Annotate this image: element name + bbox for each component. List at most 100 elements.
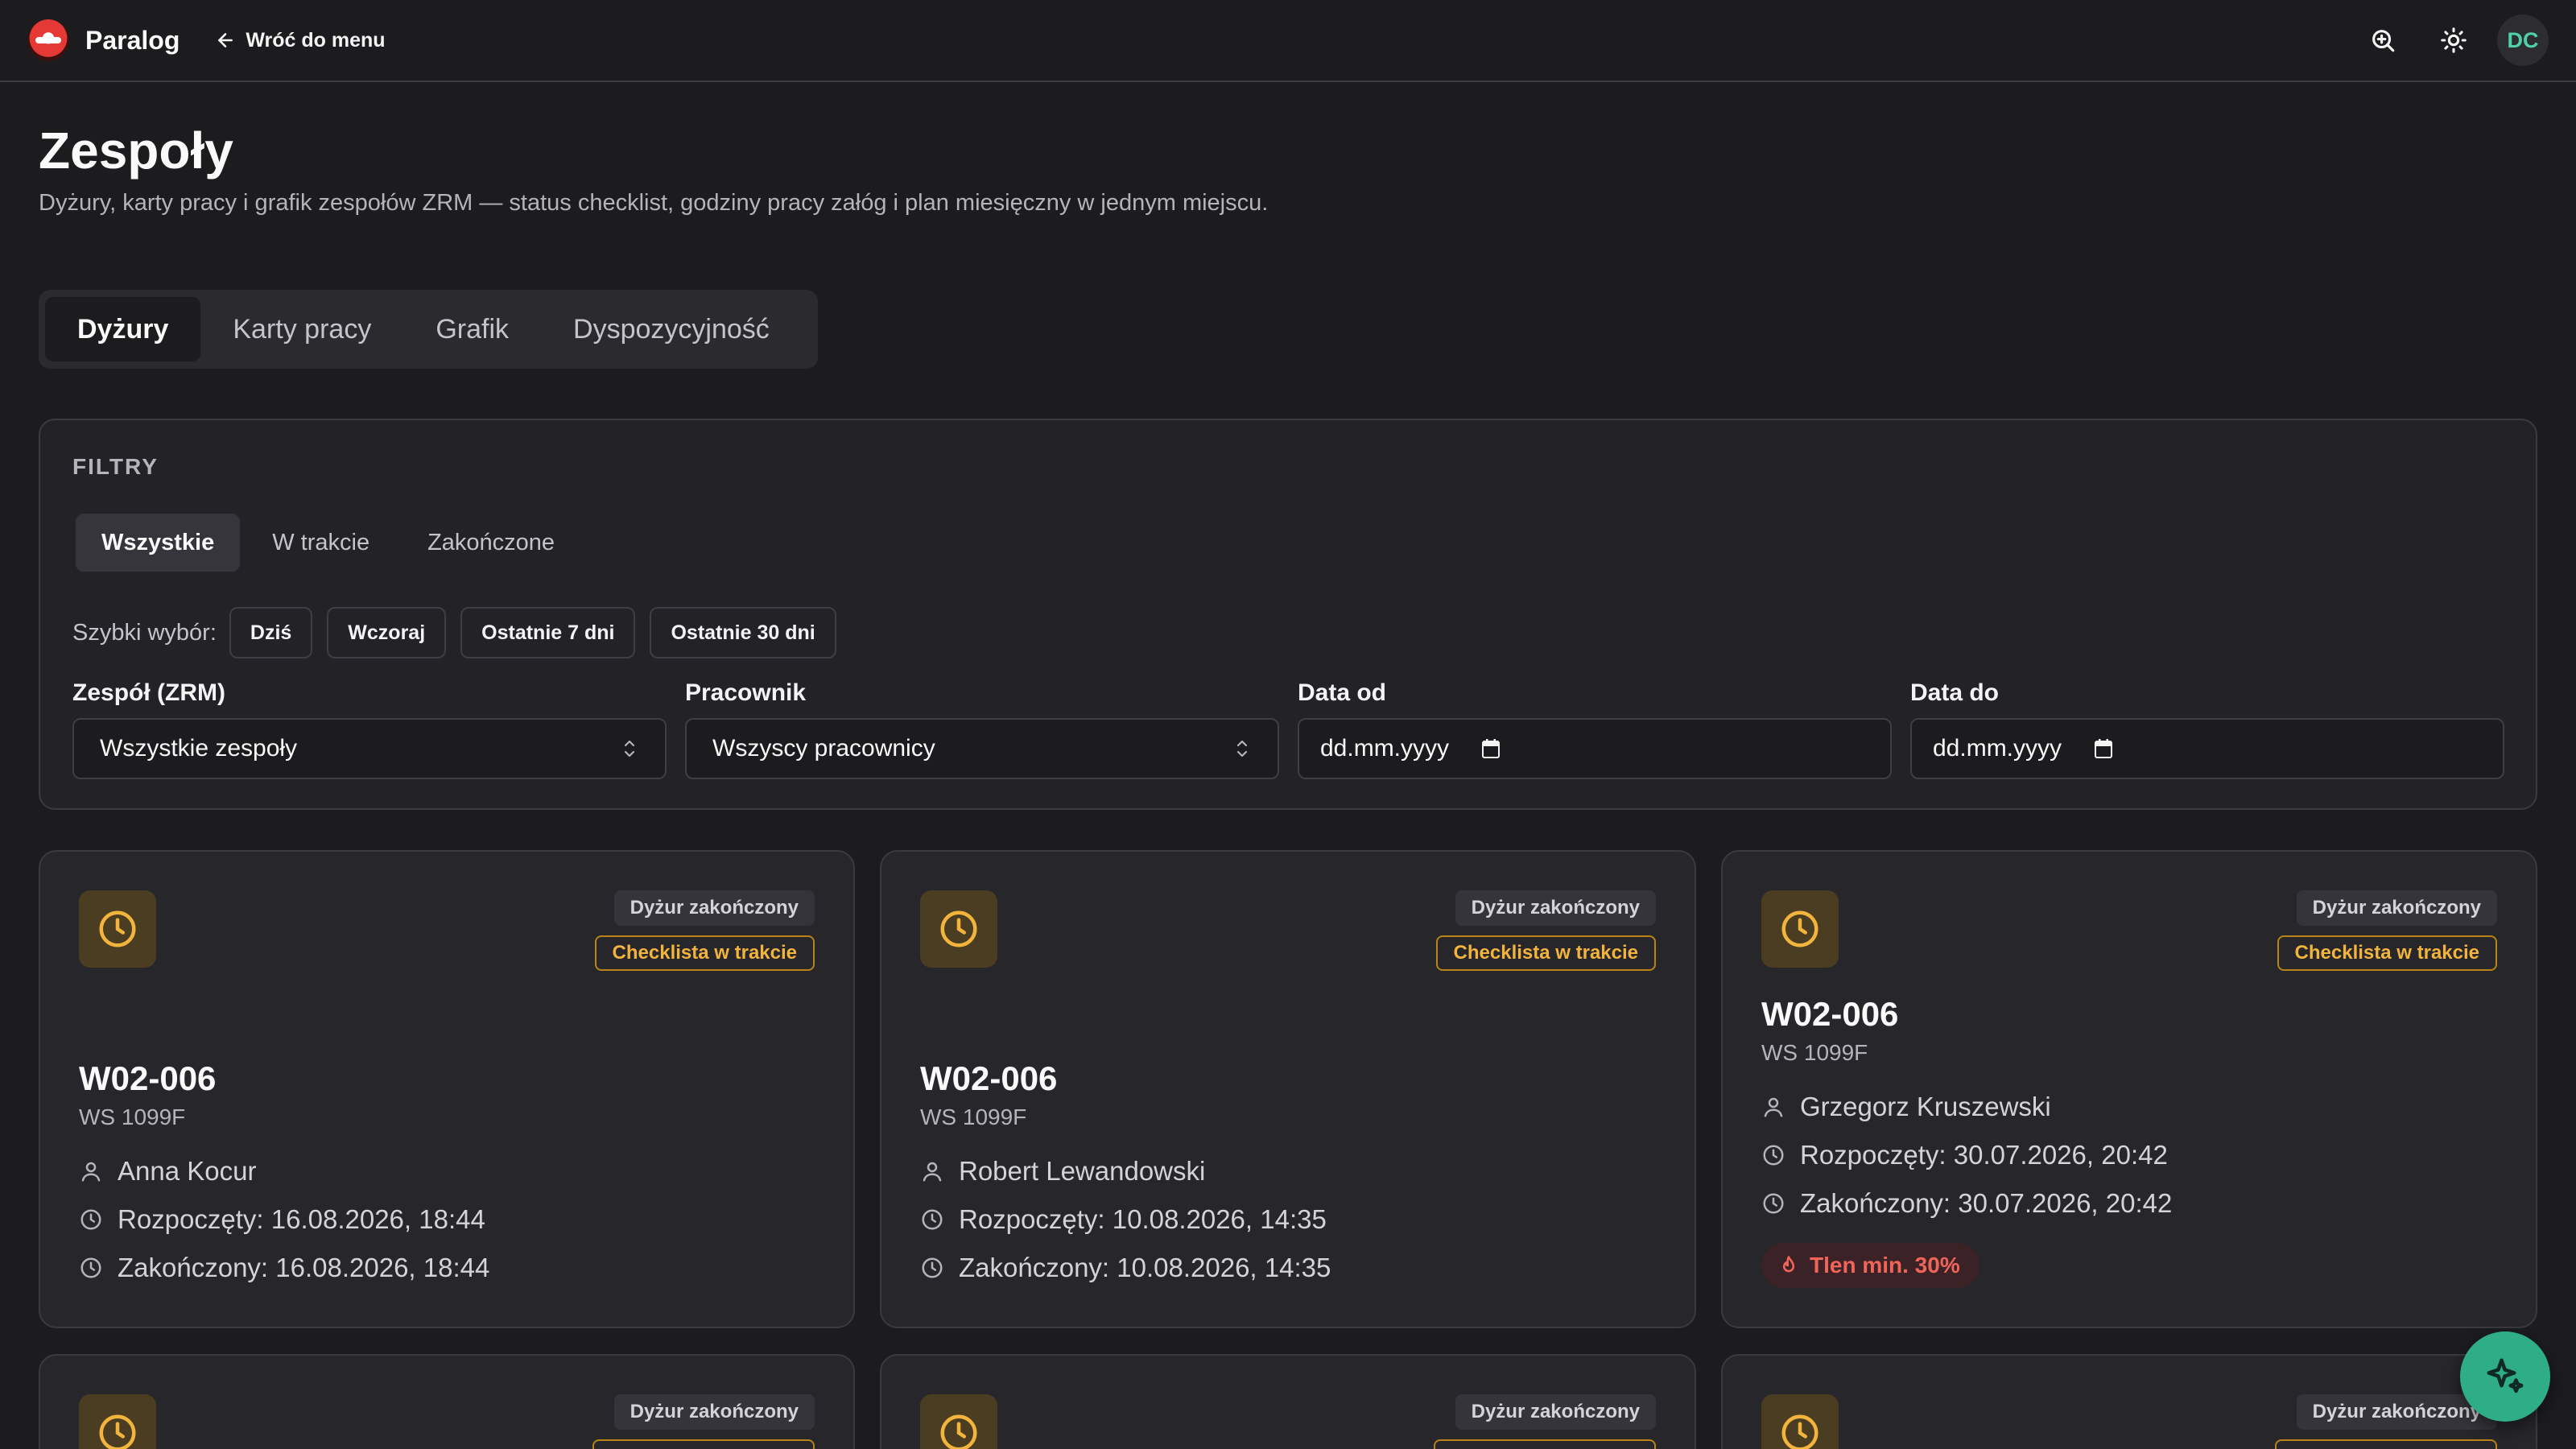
user-icon xyxy=(1764,1097,1783,1117)
employee-label: Pracownik xyxy=(685,679,807,706)
team-code: W02-006 xyxy=(1761,995,1899,1033)
employee-select[interactable]: Wszyscy pracownicy xyxy=(685,718,1279,779)
checklist-status-badge xyxy=(592,1439,815,1449)
started-row: Rozpoczęty: 16.08.2026, 18:44 xyxy=(79,1204,485,1235)
back-to-menu-link[interactable]: Wróć do menu xyxy=(215,28,386,52)
date-to-field: Data do dd.mm.yyyy xyxy=(1910,679,2504,779)
top-bar: Paralog Wróć do menu DC xyxy=(0,0,2576,82)
shift-card[interactable]: Dyżur zakończony xyxy=(39,1354,855,1449)
quick-select: Szybki wybór: Dziś Wczoraj Ostatnie 7 dn… xyxy=(72,607,851,658)
tab-dyspozycyjnosc[interactable]: Dyspozycyjność xyxy=(541,297,802,361)
started-time: Rozpoczęty: 10.08.2026, 14:35 xyxy=(959,1204,1327,1234)
employee-name: Robert Lewandowski xyxy=(959,1156,1206,1186)
date-from-field: Data od dd.mm.yyyy xyxy=(1298,679,1892,779)
sparkles-icon xyxy=(2487,1358,2524,1393)
shift-card-icon xyxy=(1761,890,1839,968)
ended-time: Zakończony: 10.08.2026, 14:35 xyxy=(959,1253,1331,1282)
quick-last-30-days-button[interactable]: Ostatnie 30 dni xyxy=(650,607,836,658)
user-icon xyxy=(923,1162,942,1182)
started-time: Rozpoczęty: 16.08.2026, 18:44 xyxy=(118,1204,485,1234)
chevron-up-down-icon xyxy=(1236,740,1248,758)
shift-card[interactable]: Dyżur zakończony Checklista w trakcie W0… xyxy=(1721,850,2537,1328)
employee-select-value: Wszyscy pracownicy xyxy=(712,735,935,762)
team-select-value: Wszystkie zespoły xyxy=(100,735,298,762)
status-in-progress-button[interactable]: W trakcie xyxy=(246,514,395,572)
topbar-actions: DC xyxy=(2336,14,2549,66)
clock-icon xyxy=(1781,910,1818,947)
clock-icon xyxy=(922,1209,943,1230)
quick-yesterday-button[interactable]: Wczoraj xyxy=(327,607,447,658)
zoom-in-icon xyxy=(2372,30,2395,52)
shift-card-icon xyxy=(1761,1394,1839,1449)
started-row: Rozpoczęty: 10.08.2026, 14:35 xyxy=(920,1204,1327,1235)
section-tabs: Dyżury Karty pracy Grafik Dyspozycyjność xyxy=(39,290,818,369)
oxygen-alert-badge: Tlen min. 30% xyxy=(1761,1243,1979,1288)
shift-status-badge: Dyżur zakończony xyxy=(613,1394,815,1430)
app-logo[interactable] xyxy=(27,19,69,61)
started-time: Rozpoczęty: 30.07.2026, 20:42 xyxy=(1800,1140,2168,1170)
shift-card-icon xyxy=(79,1394,156,1449)
filters-heading: FILTRY xyxy=(72,454,159,479)
shift-card-icon xyxy=(79,890,156,968)
ai-assistant-button[interactable] xyxy=(2460,1331,2550,1422)
employee-name: Grzegorz Kruszewski xyxy=(1800,1092,2051,1121)
clock-icon xyxy=(940,910,977,947)
clock-icon xyxy=(1763,1193,1784,1214)
checklist-status-badge xyxy=(1434,1439,1656,1449)
checklist-status-badge: Checklista w trakcie xyxy=(2277,935,2497,971)
shift-card-icon xyxy=(920,1394,997,1449)
tab-grafik[interactable]: Grafik xyxy=(403,297,541,361)
clock-icon xyxy=(1763,1145,1784,1166)
brand-name[interactable]: Paralog xyxy=(85,26,180,56)
calendar-icon[interactable] xyxy=(1481,738,1501,759)
team-code: W02-006 xyxy=(920,1059,1058,1097)
quick-select-label: Szybki wybór: xyxy=(72,619,217,646)
quick-last-7-days-button[interactable]: Ostatnie 7 dni xyxy=(460,607,636,658)
ended-row: Zakończony: 30.07.2026, 20:42 xyxy=(1761,1188,2172,1219)
clock-icon xyxy=(99,910,136,947)
shift-card[interactable]: Dyżur zakończony xyxy=(1721,1354,2537,1449)
employee-field: Pracownik Wszyscy pracownicy xyxy=(685,679,1279,779)
tab-dyzury[interactable]: Dyżury xyxy=(45,297,201,361)
status-all-button[interactable]: Wszystkie xyxy=(76,514,241,572)
employee-row: Grzegorz Kruszewski xyxy=(1761,1092,2051,1122)
date-to-input[interactable]: dd.mm.yyyy xyxy=(1910,718,2504,779)
page-title: Zespoły xyxy=(39,122,233,180)
date-to-label: Data do xyxy=(1910,679,2000,706)
theme-toggle-button[interactable] xyxy=(2429,16,2478,64)
team-code: W02-006 xyxy=(79,1059,217,1097)
user-avatar[interactable]: DC xyxy=(2497,14,2549,66)
status-finished-button[interactable]: Zakończone xyxy=(402,514,580,572)
vehicle-plate: WS 1099F xyxy=(79,1104,186,1129)
shift-card[interactable]: Dyżur zakończony Checklista w trakcie W0… xyxy=(39,850,855,1328)
clock-icon xyxy=(99,1414,136,1449)
shift-status-badge: Dyżur zakończony xyxy=(1455,890,1656,926)
team-label: Zespół (ZRM) xyxy=(72,679,225,706)
shift-card[interactable]: Dyżur zakończony xyxy=(880,1354,1696,1449)
date-from-input[interactable]: dd.mm.yyyy xyxy=(1298,718,1892,779)
page-subtitle: Dyżury, karty pracy i grafik zespołów ZR… xyxy=(39,190,1269,216)
status-filter: Wszystkie W trakcie Zakończone xyxy=(76,514,580,572)
checklist-status-badge: Checklista w trakcie xyxy=(1435,935,1656,971)
started-row: Rozpoczęty: 30.07.2026, 20:42 xyxy=(1761,1140,2168,1170)
vehicle-plate: WS 1099F xyxy=(1761,1040,1868,1065)
clock-icon xyxy=(80,1209,101,1230)
date-to-placeholder: dd.mm.yyyy xyxy=(1933,735,2062,762)
clock-icon xyxy=(80,1257,101,1278)
zoom-button[interactable] xyxy=(2359,16,2407,64)
shift-card[interactable]: Dyżur zakończony Checklista w trakcie W0… xyxy=(880,850,1696,1328)
tab-karty-pracy[interactable]: Karty pracy xyxy=(200,297,403,361)
checklist-status-badge: Checklista w trakcie xyxy=(594,935,815,971)
team-select[interactable]: Wszystkie zespoły xyxy=(72,718,667,779)
clock-icon xyxy=(922,1257,943,1278)
back-to-menu-label: Wróć do menu xyxy=(246,28,386,52)
filters-panel: FILTRY Wszystkie W trakcie Zakończone Sz… xyxy=(39,419,2537,810)
calendar-icon[interactable] xyxy=(2094,738,2113,759)
checklist-status-badge xyxy=(2275,1439,2497,1449)
clock-icon xyxy=(1781,1414,1818,1449)
quick-today-button[interactable]: Dziś xyxy=(229,607,313,658)
chevron-up-down-icon xyxy=(624,740,635,758)
ended-row: Zakończony: 10.08.2026, 14:35 xyxy=(920,1253,1331,1283)
oxygen-alert-text: Tlen min. 30% xyxy=(1810,1253,1960,1278)
employee-name: Anna Kocur xyxy=(118,1156,257,1186)
